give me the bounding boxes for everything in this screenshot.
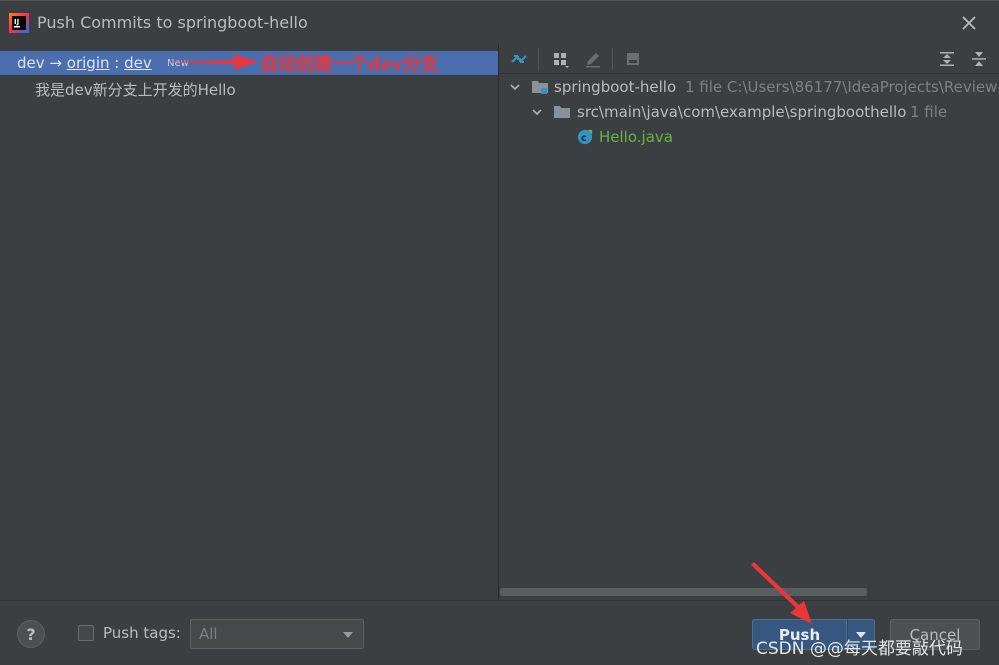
intellij-idea-icon: IJ <box>9 13 29 33</box>
module-folder-icon <box>532 81 548 94</box>
folder-icon <box>554 106 570 118</box>
java-class-icon: c <box>577 129 593 145</box>
arrow-glyph: → <box>49 54 62 72</box>
module-name: springboot-hello <box>554 78 677 96</box>
commits-pane: dev → origin : dev New 我是dev新分支上开发的Hello <box>0 44 499 600</box>
tree-node-file[interactable]: c Hello.java <box>500 126 999 148</box>
changes-pane: springboot-hello 1 file C:\Users\86177\I… <box>500 44 999 600</box>
commit-details-icon[interactable] <box>622 48 644 70</box>
close-icon[interactable] <box>958 12 980 34</box>
help-button[interactable]: ? <box>17 620 45 648</box>
push-tags-label: Push tags: <box>103 624 181 642</box>
group-by-icon[interactable] <box>550 48 572 70</box>
annotation-text: 自动创建一个dev分支 <box>260 54 439 75</box>
chevron-down-icon[interactable] <box>508 80 522 94</box>
window-title: Push Commits to springboot-hello <box>37 13 308 32</box>
collapse-all-icon[interactable] <box>968 48 990 70</box>
tree-node-module[interactable]: springboot-hello 1 file C:\Users\86177\I… <box>500 76 999 98</box>
tree-node-folder[interactable]: src\main\java\com\example\springboothell… <box>500 101 999 123</box>
remote-link[interactable]: origin <box>67 54 110 72</box>
module-meta: 1 file C:\Users\86177\IdeaProjects\Revie… <box>685 78 999 96</box>
svg-text:c: c <box>581 133 587 144</box>
toolbar-separator <box>612 48 613 70</box>
push-tags-select[interactable]: All <box>190 619 364 649</box>
changes-toolbar <box>500 44 999 74</box>
branch-target: dev → origin : dev <box>17 54 152 72</box>
local-branch: dev <box>17 54 45 72</box>
remote-branch-link[interactable]: dev <box>124 54 152 72</box>
watermark: CSDN @@每天都要敲代码 <box>756 639 963 659</box>
file-name: Hello.java <box>599 128 673 146</box>
push-tags-value: All <box>199 625 218 643</box>
push-tags-checkbox[interactable] <box>78 625 94 641</box>
folder-meta: 1 file <box>910 103 948 121</box>
separator: : <box>114 54 120 72</box>
svg-text:IJ: IJ <box>14 18 19 26</box>
toolbar-separator <box>538 48 539 70</box>
annotation-arrow-icon <box>162 54 258 70</box>
show-diff-icon[interactable] <box>508 48 530 70</box>
chevron-down-icon[interactable] <box>530 105 544 119</box>
edit-source-icon[interactable] <box>582 48 604 70</box>
title-bar: IJ Push Commits to springboot-hello <box>0 0 999 44</box>
folder-name: src\main\java\com\example\springboothell… <box>577 103 907 121</box>
commit-item[interactable]: 我是dev新分支上开发的Hello <box>35 79 236 100</box>
annotation-arrow-icon <box>751 562 812 624</box>
expand-all-icon[interactable] <box>936 48 958 70</box>
chevron-down-icon <box>343 632 353 638</box>
